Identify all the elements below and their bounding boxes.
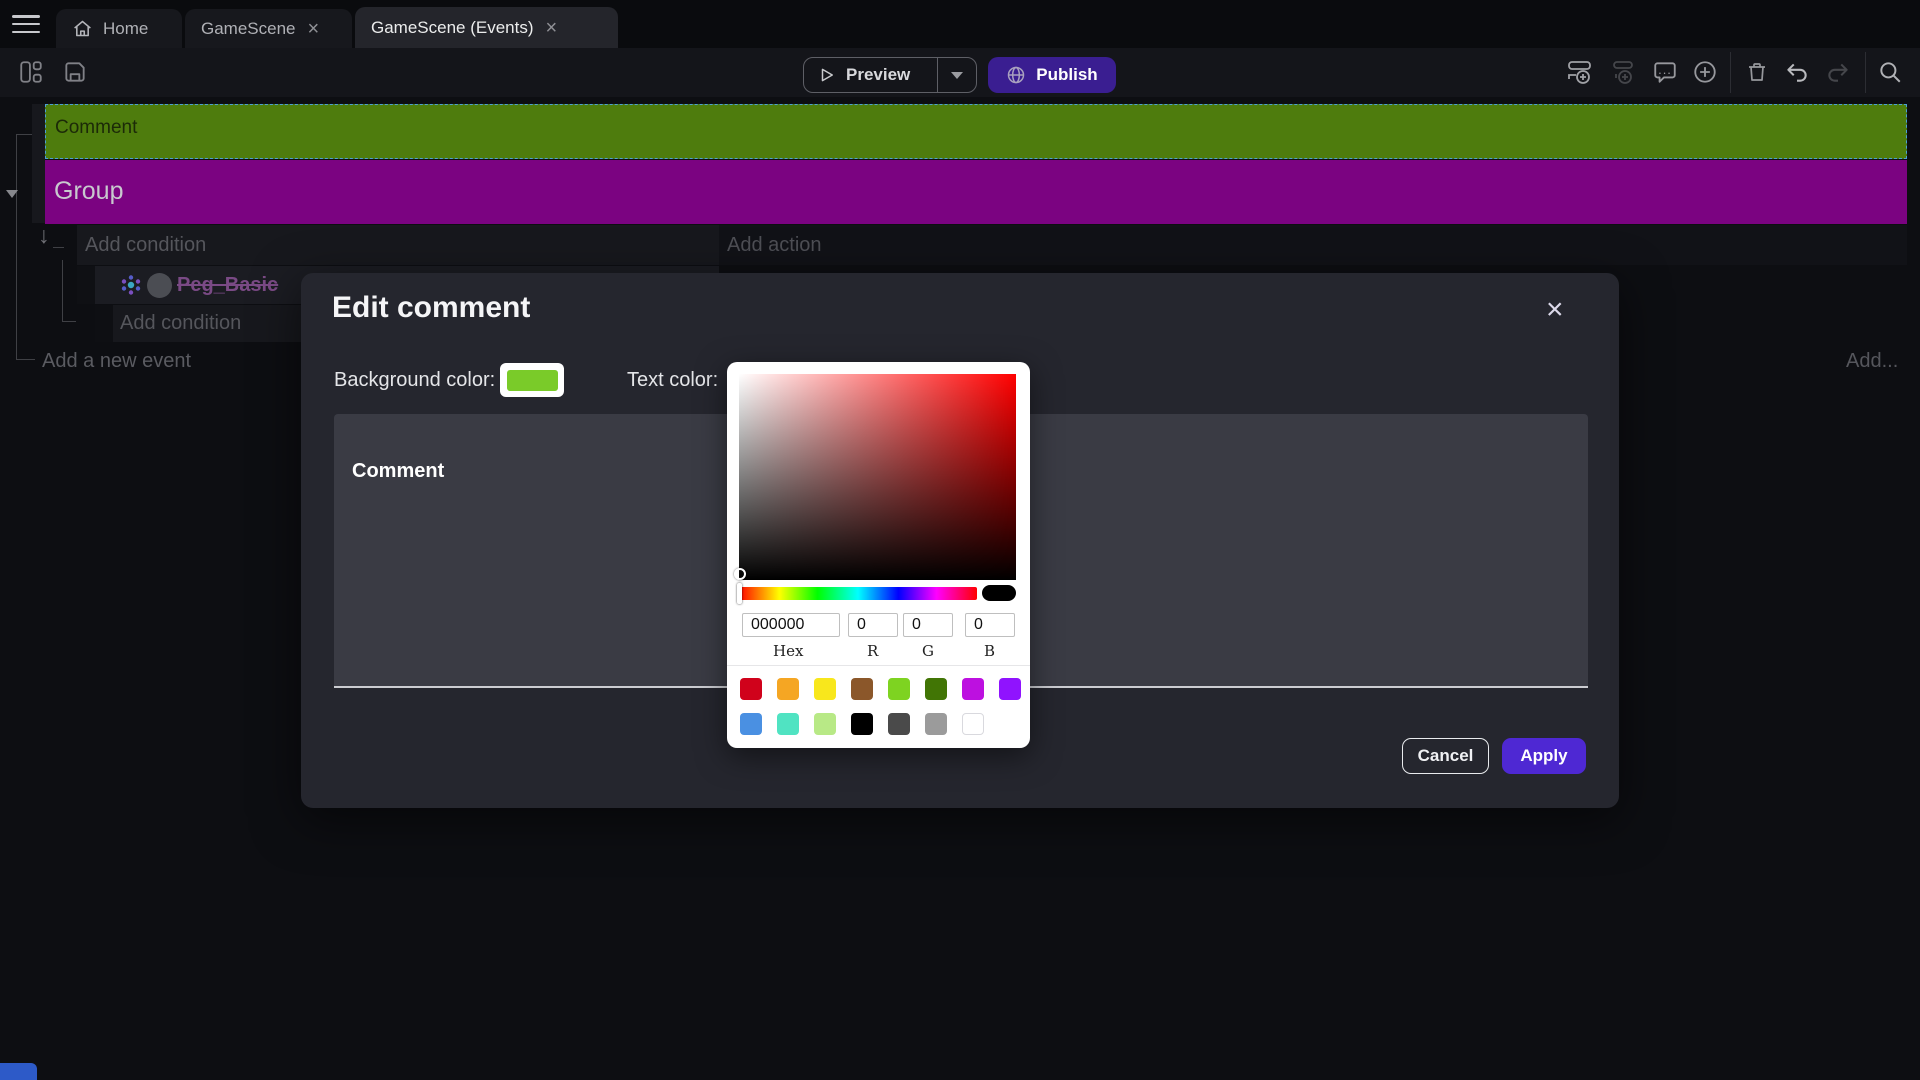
group-event-row[interactable]: Group xyxy=(45,160,1907,224)
g-input-label: G xyxy=(922,642,934,660)
toolbar-separator xyxy=(1865,52,1866,93)
preset-color-swatch[interactable] xyxy=(888,713,910,735)
comment-event-text: Comment xyxy=(55,117,137,138)
tree-line xyxy=(16,134,17,360)
tab-label: GameScene xyxy=(201,19,296,39)
add-event-icon[interactable] xyxy=(1563,54,1599,90)
preset-color-swatch[interactable] xyxy=(925,678,947,700)
dialog-title: Edit comment xyxy=(332,291,530,325)
hex-input[interactable] xyxy=(742,613,840,637)
add-condition-link[interactable]: Add condition xyxy=(77,225,719,265)
saturation-cursor[interactable] xyxy=(734,568,746,580)
app-window: Home GameScene × GameScene (Events) × Pr… xyxy=(0,0,1920,1080)
chevron-down-icon xyxy=(950,70,964,80)
background-color-label: Background color: xyxy=(334,369,495,392)
preset-color-swatch[interactable] xyxy=(962,678,984,700)
tab-gamescene[interactable]: GameScene × xyxy=(185,9,352,48)
event-indent xyxy=(95,305,113,342)
add-new-event-link[interactable]: Add a new event xyxy=(42,350,191,373)
apply-button[interactable]: Apply xyxy=(1502,738,1586,774)
choose-add-icon[interactable] xyxy=(1687,54,1723,90)
r-input[interactable] xyxy=(848,613,898,637)
redo-icon[interactable] xyxy=(1820,54,1856,90)
tab-label: GameScene (Events) xyxy=(371,18,534,38)
add-more-link[interactable]: Add... xyxy=(1846,350,1898,373)
preset-color-swatch[interactable] xyxy=(962,713,984,735)
open-panel-layout-icon[interactable] xyxy=(13,54,49,90)
preset-swatches-row-2 xyxy=(740,713,1022,735)
comment-event-row[interactable]: Comment xyxy=(45,104,1907,159)
toolbar-separator xyxy=(1730,52,1731,93)
g-input[interactable] xyxy=(903,613,953,637)
globe-icon xyxy=(1006,65,1026,85)
behavior-icon xyxy=(120,274,142,296)
preset-color-swatch[interactable] xyxy=(740,678,762,700)
tab-home[interactable]: Home xyxy=(56,9,182,48)
preset-color-swatch[interactable] xyxy=(814,678,836,700)
close-dialog-icon[interactable]: × xyxy=(1546,295,1564,325)
tree-line xyxy=(53,247,64,248)
object-name: Peg_Basic xyxy=(177,274,278,297)
picker-divider xyxy=(727,665,1030,666)
close-tab-icon[interactable]: × xyxy=(544,18,560,38)
background-color-swatch[interactable] xyxy=(500,363,564,397)
tree-line xyxy=(62,321,76,322)
hex-input-label: Hex xyxy=(773,642,803,660)
undo-icon[interactable] xyxy=(1779,54,1815,90)
preset-color-swatch[interactable] xyxy=(814,713,836,735)
event-indent xyxy=(77,266,95,304)
hue-slider-handle[interactable] xyxy=(737,583,742,604)
preset-color-swatch[interactable] xyxy=(740,713,762,735)
preview-label: Preview xyxy=(846,65,910,85)
add-subevent-icon[interactable] xyxy=(1606,54,1642,90)
preset-color-swatch[interactable] xyxy=(777,713,799,735)
cancel-button[interactable]: Cancel xyxy=(1402,738,1489,774)
play-icon xyxy=(818,66,836,84)
tree-line xyxy=(62,260,63,322)
preset-color-swatch[interactable] xyxy=(888,678,910,700)
background-color-value xyxy=(507,370,558,391)
r-input-label: R xyxy=(867,642,878,660)
current-color-preview xyxy=(982,585,1016,601)
tab-label: Home xyxy=(103,19,148,39)
preset-color-swatch[interactable] xyxy=(999,678,1021,700)
hue-slider[interactable] xyxy=(739,587,977,600)
preset-color-swatch[interactable] xyxy=(925,713,947,735)
add-comment-icon[interactable]: ... xyxy=(1647,54,1683,90)
save-icon[interactable] xyxy=(57,54,93,90)
preset-swatches-row-1 xyxy=(740,678,1022,700)
b-input-label: B xyxy=(984,642,995,660)
saturation-area[interactable] xyxy=(739,374,1016,580)
tree-line xyxy=(16,359,35,360)
color-picker-popup: Hex R G B xyxy=(727,362,1030,748)
close-tab-icon[interactable]: × xyxy=(306,19,322,39)
tab-gamescene-events[interactable]: GameScene (Events) × xyxy=(355,7,618,48)
object-thumbnail xyxy=(147,273,172,298)
subevent-arrow-icon: ↓ xyxy=(38,224,50,247)
publish-button[interactable]: Publish xyxy=(988,57,1116,93)
preview-options-dropdown[interactable] xyxy=(937,58,976,92)
chat-bubble-corner[interactable] xyxy=(0,1063,37,1080)
menu-hamburger-icon[interactable] xyxy=(12,15,40,33)
event-gutter[interactable] xyxy=(32,104,45,223)
preview-button[interactable]: Preview xyxy=(803,57,977,93)
text-color-label: Text color: xyxy=(627,369,718,392)
preset-color-swatch[interactable] xyxy=(777,678,799,700)
publish-label: Publish xyxy=(1036,65,1097,85)
collapse-group-icon[interactable] xyxy=(6,190,18,198)
delete-icon[interactable] xyxy=(1739,54,1775,90)
search-icon[interactable] xyxy=(1872,54,1908,90)
b-input[interactable] xyxy=(965,613,1015,637)
preset-color-swatch[interactable] xyxy=(851,678,873,700)
tree-line xyxy=(16,134,32,135)
add-action-link[interactable]: Add action xyxy=(719,225,1907,265)
group-event-text: Group xyxy=(54,177,123,205)
home-icon xyxy=(72,18,93,39)
preset-color-swatch[interactable] xyxy=(851,713,873,735)
